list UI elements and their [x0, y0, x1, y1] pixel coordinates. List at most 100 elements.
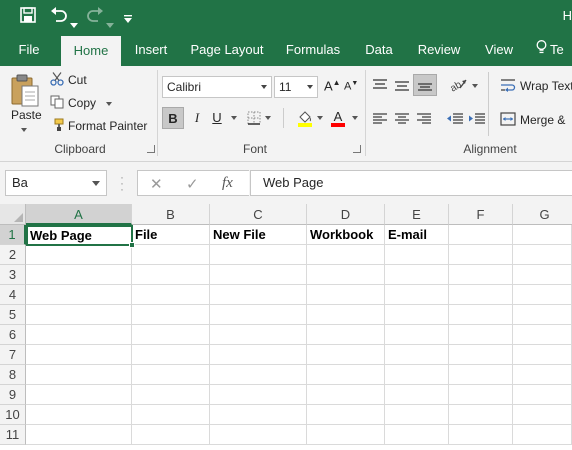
column-header-f[interactable]: F	[449, 204, 513, 225]
undo-dropdown-icon[interactable]	[70, 14, 78, 34]
cell-c2[interactable]	[210, 245, 307, 265]
row-header-1[interactable]: 1	[0, 225, 26, 245]
row-header-7[interactable]: 7	[0, 345, 26, 365]
cell-b3[interactable]	[132, 265, 210, 285]
cell-e11[interactable]	[385, 425, 449, 445]
cell-c7[interactable]	[210, 345, 307, 365]
font-color-dropdown-icon[interactable]	[352, 116, 358, 120]
row-header-11[interactable]: 11	[0, 425, 26, 445]
cell-b5[interactable]	[132, 305, 210, 325]
column-header-g[interactable]: G	[513, 204, 572, 225]
copy-dropdown-icon[interactable]	[106, 102, 112, 106]
cell-a3[interactable]	[26, 265, 132, 285]
cell-f5[interactable]	[449, 305, 513, 325]
cancel-icon[interactable]: ✕	[150, 175, 163, 193]
middle-align-icon[interactable]	[394, 78, 410, 95]
underline-dropdown-icon[interactable]	[231, 116, 237, 120]
tab-data[interactable]: Data	[358, 34, 400, 66]
bottom-align-icon[interactable]	[413, 74, 437, 96]
cell-e9[interactable]	[385, 385, 449, 405]
cell-b8[interactable]	[132, 365, 210, 385]
borders-icon[interactable]	[247, 111, 261, 128]
tab-page-layout[interactable]: Page Layout	[186, 34, 268, 66]
cell-g4[interactable]	[513, 285, 572, 305]
top-align-icon[interactable]	[372, 78, 388, 95]
cell-c6[interactable]	[210, 325, 307, 345]
row-header-9[interactable]: 9	[0, 385, 26, 405]
cell-a7[interactable]	[26, 345, 132, 365]
format-painter-button[interactable]: Format Painter	[68, 119, 147, 133]
align-left-icon[interactable]	[372, 112, 388, 129]
row-header-10[interactable]: 10	[0, 405, 26, 425]
cell-d7[interactable]	[307, 345, 385, 365]
cell-g8[interactable]	[513, 365, 572, 385]
cell-g5[interactable]	[513, 305, 572, 325]
align-center-icon[interactable]	[394, 112, 410, 129]
paste-dropdown-icon[interactable]	[21, 128, 27, 132]
cell-f11[interactable]	[449, 425, 513, 445]
cell-d10[interactable]	[307, 405, 385, 425]
cell-e5[interactable]	[385, 305, 449, 325]
cell-f9[interactable]	[449, 385, 513, 405]
column-header-c[interactable]: C	[210, 204, 307, 225]
cell-e10[interactable]	[385, 405, 449, 425]
decrease-font-icon[interactable]: A▼	[344, 80, 358, 93]
wrap-text-button[interactable]: Wrap Text	[520, 79, 572, 93]
align-right-icon[interactable]	[416, 112, 432, 129]
tab-view[interactable]: View	[478, 34, 520, 66]
increase-indent-icon[interactable]	[468, 112, 486, 129]
borders-dropdown-icon[interactable]	[265, 116, 271, 120]
cell-d11[interactable]	[307, 425, 385, 445]
fill-color-dropdown-icon[interactable]	[317, 116, 323, 120]
cell-d2[interactable]	[307, 245, 385, 265]
row-header-2[interactable]: 2	[0, 245, 26, 265]
save-icon[interactable]	[20, 7, 36, 29]
cell-a2[interactable]	[26, 245, 132, 265]
cell-g7[interactable]	[513, 345, 572, 365]
underline-button[interactable]: U	[206, 107, 228, 129]
cell-a1[interactable]: Web Page	[26, 225, 133, 246]
cell-f2[interactable]	[449, 245, 513, 265]
cell-e6[interactable]	[385, 325, 449, 345]
cell-b11[interactable]	[132, 425, 210, 445]
cell-d9[interactable]	[307, 385, 385, 405]
cell-c9[interactable]	[210, 385, 307, 405]
tab-tell-me[interactable]: Te	[536, 34, 572, 66]
font-family-select[interactable]: Calibri	[162, 76, 272, 98]
cell-e2[interactable]	[385, 245, 449, 265]
cell-f6[interactable]	[449, 325, 513, 345]
cell-g9[interactable]	[513, 385, 572, 405]
tab-insert[interactable]: Insert	[128, 34, 174, 66]
tab-home[interactable]: Home	[61, 36, 121, 66]
column-header-a[interactable]: A	[26, 204, 132, 225]
cell-f3[interactable]	[449, 265, 513, 285]
enter-icon[interactable]: ✓	[186, 175, 199, 193]
cell-e4[interactable]	[385, 285, 449, 305]
formula-input[interactable]: Web Page	[250, 170, 572, 196]
cell-b4[interactable]	[132, 285, 210, 305]
cell-b1[interactable]: File	[132, 225, 210, 245]
font-color-icon[interactable]: A	[329, 109, 347, 130]
cell-a10[interactable]	[26, 405, 132, 425]
column-header-b[interactable]: B	[132, 204, 210, 225]
clipboard-launcher-icon[interactable]	[147, 145, 155, 153]
cell-g3[interactable]	[513, 265, 572, 285]
cell-a8[interactable]	[26, 365, 132, 385]
cell-a11[interactable]	[26, 425, 132, 445]
insert-function-button[interactable]: fx	[222, 175, 233, 192]
cell-a6[interactable]	[26, 325, 132, 345]
cell-d4[interactable]	[307, 285, 385, 305]
cell-b6[interactable]	[132, 325, 210, 345]
select-all-button[interactable]	[0, 204, 26, 225]
cell-c3[interactable]	[210, 265, 307, 285]
name-box[interactable]: Ba	[5, 170, 107, 196]
undo-icon[interactable]	[50, 7, 68, 29]
merge-center-button[interactable]: Merge &	[520, 113, 565, 127]
cell-e3[interactable]	[385, 265, 449, 285]
cell-g2[interactable]	[513, 245, 572, 265]
cell-a4[interactable]	[26, 285, 132, 305]
cell-g11[interactable]	[513, 425, 572, 445]
cell-d3[interactable]	[307, 265, 385, 285]
cell-e8[interactable]	[385, 365, 449, 385]
cell-d1[interactable]: Workbook	[307, 225, 385, 245]
